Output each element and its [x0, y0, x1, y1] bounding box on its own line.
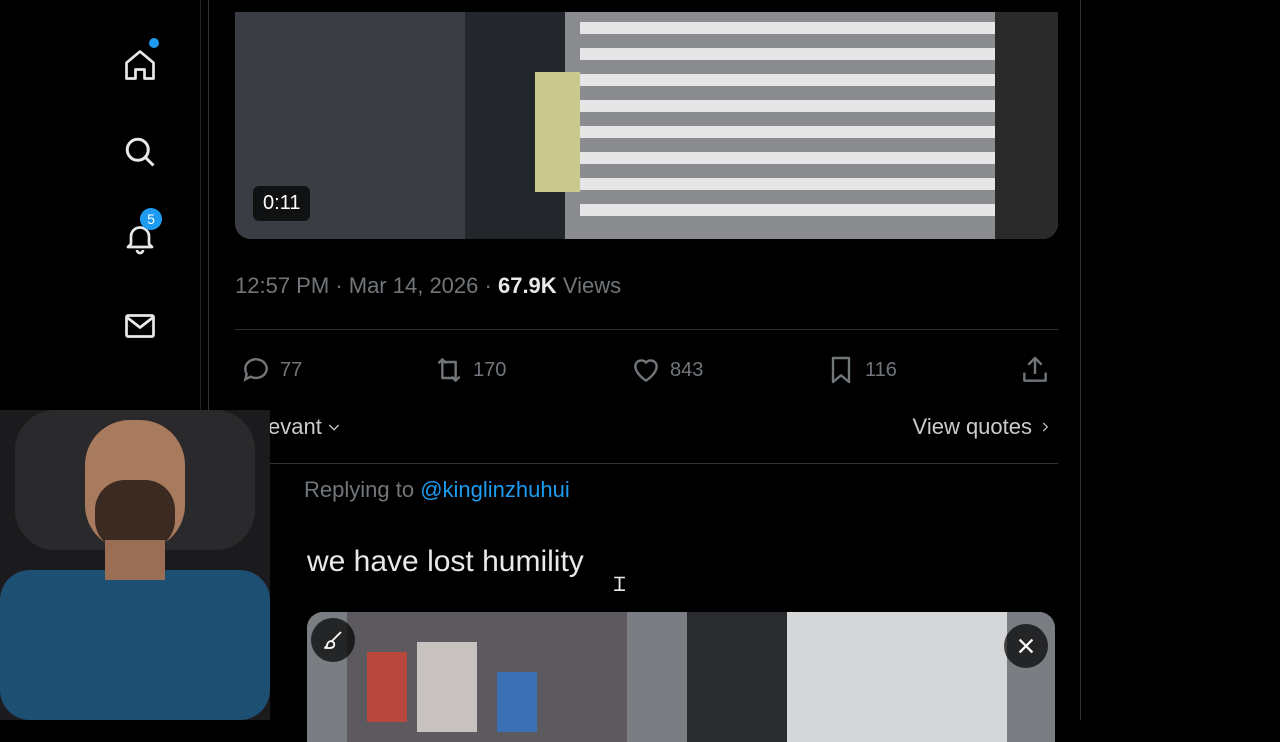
search-icon: [125, 137, 155, 167]
bookmark-button[interactable]: 116: [825, 354, 897, 386]
divider: [235, 329, 1058, 330]
webcam-overlay: [0, 410, 270, 720]
remove-media-button[interactable]: [1004, 624, 1048, 668]
replying-to: Replying to @kinglinzhuhui: [304, 477, 570, 503]
webcam-feed: [0, 410, 270, 720]
replying-to-label: Replying to: [304, 477, 415, 502]
like-count: 843: [670, 358, 704, 381]
repost-count: 170: [473, 358, 507, 381]
views-count: 67.9K: [497, 273, 557, 298]
like-button[interactable]: 843: [630, 354, 703, 386]
video-frame: [235, 12, 1058, 239]
home-notification-dot: [149, 38, 159, 48]
views-label: Views: [562, 273, 622, 298]
brush-icon: [324, 631, 342, 649]
main-column: 0:11 12:57 PM · Mar 14, 2026 · 67.9K Vie…: [204, 0, 1080, 742]
nav-explore[interactable]: [120, 132, 160, 172]
attachment-frame: [307, 612, 1055, 742]
tweet-time[interactable]: 12:57 PM: [235, 273, 329, 298]
replying-to-handle[interactable]: @kinglinzhuhui: [420, 477, 570, 502]
chevron-right-icon: [1042, 422, 1049, 432]
reply-icon: [243, 358, 268, 382]
video-duration: 0:11: [253, 186, 311, 221]
repost-icon: [437, 358, 461, 382]
edit-media-button[interactable]: [311, 618, 355, 662]
close-icon: [1018, 638, 1034, 654]
reply-button[interactable]: 77: [240, 354, 302, 386]
heart-icon: [634, 359, 658, 382]
divider: [235, 463, 1058, 464]
separator: ·: [484, 273, 498, 298]
bookmark-count: 116: [865, 358, 897, 381]
share-button[interactable]: [1019, 354, 1051, 386]
nav-notifications[interactable]: 5: [120, 208, 162, 258]
text-cursor-icon: Ɪ: [614, 574, 626, 596]
nav-home[interactable]: [120, 38, 160, 85]
tweet-date[interactable]: Mar 14, 2026: [349, 273, 479, 298]
repost-button[interactable]: 170: [433, 354, 506, 386]
reply-count: 77: [280, 358, 303, 381]
home-icon: [125, 50, 155, 80]
share-icon: [1023, 356, 1047, 382]
reply-text[interactable]: we have lost humility: [307, 545, 584, 579]
reply-media-attachment[interactable]: [307, 612, 1055, 742]
nav-messages[interactable]: [120, 306, 160, 346]
right-sidebar: [1081, 0, 1280, 720]
tweet-timestamp: 12:57 PM · Mar 14, 2026 · 67.9K Views: [235, 273, 621, 299]
mail-icon: [125, 314, 155, 338]
separator: ·: [335, 273, 349, 298]
tweet-video[interactable]: 0:11: [235, 12, 1058, 239]
view-quotes-link[interactable]: View quotes: [913, 414, 1052, 440]
chevron-down-icon: [328, 424, 339, 431]
view-quotes-label: View quotes: [912, 414, 1032, 439]
notifications-badge: 5: [140, 208, 162, 230]
bookmark-icon: [831, 356, 851, 384]
